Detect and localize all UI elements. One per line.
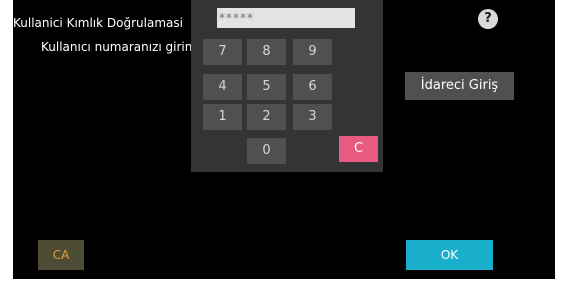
ok-button[interactable]: OK [406, 240, 493, 270]
key-2[interactable]: 2 [247, 104, 286, 130]
key-0[interactable]: 0 [247, 138, 286, 164]
clear-all-button[interactable]: CA [38, 240, 84, 270]
numeric-keypad: ***** 7 8 9 4 5 6 1 2 3 0 C [191, 0, 383, 172]
key-7[interactable]: 7 [203, 39, 242, 65]
key-9[interactable]: 9 [293, 39, 332, 65]
key-5[interactable]: 5 [247, 74, 286, 100]
key-1[interactable]: 1 [203, 104, 242, 130]
page-title: Kullanici Kımlık Doğrulamasi [13, 16, 183, 30]
key-6[interactable]: 6 [293, 74, 332, 100]
key-8[interactable]: 8 [247, 39, 286, 65]
key-4[interactable]: 4 [203, 74, 242, 100]
help-icon[interactable]: ? [478, 9, 498, 29]
login-screen: Kullanici Kımlık Doğrulamasi Kullanıcı n… [13, 0, 555, 279]
user-number-field[interactable]: ***** [217, 8, 355, 28]
key-3[interactable]: 3 [293, 104, 332, 130]
instruction-text: Kullanıcı numaranızı girin. [41, 40, 197, 54]
clear-key[interactable]: C [339, 136, 378, 162]
admin-login-button[interactable]: İdareci Giriş [405, 72, 514, 100]
